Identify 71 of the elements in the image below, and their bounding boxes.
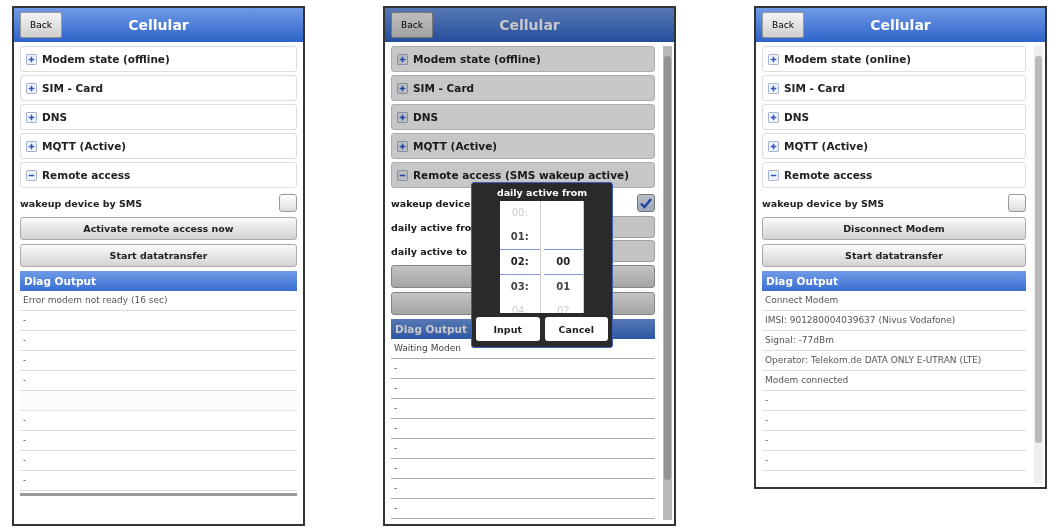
- picker-item[interactable]: 02:: [500, 249, 540, 275]
- diag-line: Error modem not ready (16 sec): [23, 295, 168, 305]
- section-header[interactable]: Remote access: [762, 162, 1026, 188]
- scrollbar[interactable]: [663, 46, 672, 520]
- picker-item[interactable]: 00: [543, 249, 583, 275]
- action-button[interactable]: Start datatransfer: [20, 244, 297, 267]
- diag-line: -: [394, 443, 398, 453]
- back-button[interactable]: Back: [20, 12, 62, 38]
- diag-line: Connect Modem: [765, 295, 839, 305]
- checkbox[interactable]: [637, 194, 655, 212]
- section-header[interactable]: DNS: [20, 104, 297, 130]
- diag-line: -: [394, 463, 398, 473]
- section-header[interactable]: Modem state (offline): [20, 46, 297, 72]
- diag-line: -: [394, 423, 398, 433]
- diag-line: -: [765, 435, 769, 445]
- dialog-title: daily active from: [495, 187, 589, 198]
- scrollbar[interactable]: [1034, 46, 1043, 483]
- screen-title: Cellular: [127, 17, 190, 33]
- diag-line: Signal: -77dBm: [765, 335, 834, 345]
- diag-line: -: [23, 375, 27, 385]
- screen-title: Cellular: [498, 17, 561, 33]
- diag-line: Operator: Telekom.de DATA ONLY E-UTRAN (LTE): [765, 355, 982, 365]
- section-header[interactable]: SIM - Card: [20, 75, 297, 101]
- diag-line: -: [765, 415, 769, 425]
- action-button[interactable]: Activate remote access now: [20, 217, 297, 240]
- checkbox-label: wakeup device: [391, 197, 471, 209]
- field-label: daily active to: [391, 245, 468, 257]
- section-header[interactable]: SIM - Card: [391, 75, 655, 101]
- section-header[interactable]: MQTT (Active): [391, 133, 655, 159]
- diag-line: Waiting Moden: [394, 343, 461, 353]
- diag-line: -: [23, 335, 27, 345]
- back-button[interactable]: Back: [762, 12, 804, 38]
- checkbox-label: wakeup device by SMS: [20, 197, 143, 209]
- diag-line: -: [23, 415, 27, 425]
- picker-item[interactable]: 03:: [500, 275, 540, 299]
- dialog-button[interactable]: Cancel: [544, 317, 608, 341]
- diag-output-header: Diag Output: [762, 271, 1026, 291]
- diag-line: -: [394, 383, 398, 393]
- section-header[interactable]: MQTT (Active): [20, 133, 297, 159]
- diag-output-header: Diag Output: [20, 271, 297, 291]
- section-header[interactable]: DNS: [762, 104, 1026, 130]
- diag-line: -: [23, 355, 27, 365]
- diag-line: -: [394, 363, 398, 373]
- diag-line: -: [23, 315, 27, 325]
- action-button[interactable]: Disconnect Modem: [762, 217, 1026, 240]
- section-header[interactable]: Modem state (offline): [391, 46, 655, 72]
- section-header[interactable]: DNS: [391, 104, 655, 130]
- checkbox-label: wakeup device by SMS: [762, 197, 885, 209]
- diag-line: IMSI: 901280004039637 (Nivus Vodafone): [765, 315, 956, 325]
- diag-line: -: [765, 455, 769, 465]
- diag-line: -: [394, 503, 398, 513]
- diag-line: -: [765, 395, 769, 405]
- section-header[interactable]: SIM - Card: [762, 75, 1026, 101]
- diag-line: Modem connected: [765, 375, 849, 385]
- screen-title: Cellular: [869, 17, 932, 33]
- section-header[interactable]: Modem state (online): [762, 46, 1026, 72]
- checkbox[interactable]: [279, 194, 297, 212]
- dialog-button[interactable]: Input: [476, 317, 540, 341]
- field-label: daily active fro: [391, 221, 472, 233]
- action-button[interactable]: Start datatransfer: [762, 244, 1026, 267]
- diag-line: -: [394, 483, 398, 493]
- diag-line: -: [23, 435, 27, 445]
- checkbox[interactable]: [1008, 194, 1026, 212]
- section-header[interactable]: MQTT (Active): [762, 133, 1026, 159]
- diag-line: -: [23, 455, 27, 465]
- picker-item[interactable]: 01: [543, 275, 583, 299]
- picker-item[interactable]: 01:: [500, 225, 540, 249]
- back-button[interactable]: Back: [391, 12, 433, 38]
- diag-line: -: [23, 475, 27, 485]
- diag-line: -: [394, 403, 398, 413]
- section-header[interactable]: Remote access: [20, 162, 297, 188]
